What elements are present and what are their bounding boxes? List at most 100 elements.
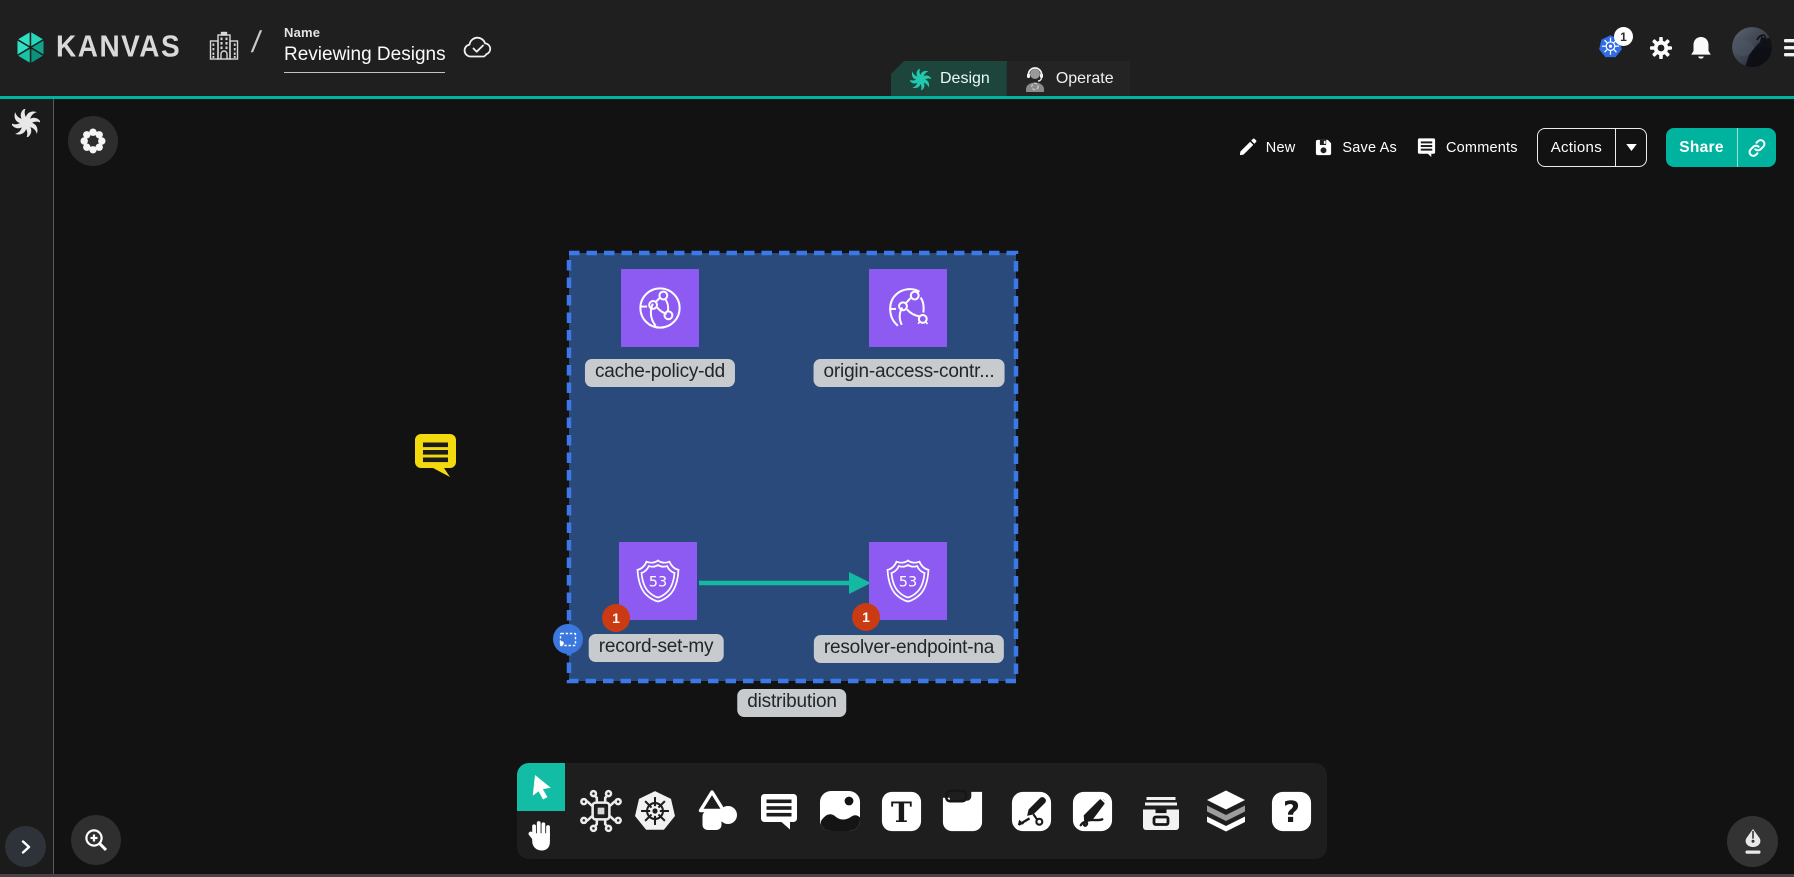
chevron-right-icon bbox=[19, 840, 33, 854]
brand-title: KANVAS bbox=[56, 25, 181, 68]
kubernetes-wheel-icon bbox=[633, 789, 677, 833]
record-set-badge[interactable]: 1 bbox=[602, 604, 630, 632]
group-select-handle[interactable] bbox=[553, 624, 583, 654]
integrations-chip-tool[interactable] bbox=[578, 763, 624, 859]
edge-pen-tool[interactable] bbox=[1008, 763, 1054, 859]
select-cursor-tool[interactable] bbox=[517, 763, 565, 811]
pencil-icon bbox=[1238, 138, 1257, 157]
node-label-cache-policy[interactable]: cache-policy-dd bbox=[585, 359, 735, 387]
save-as-button-label: Save As bbox=[1342, 140, 1397, 156]
tab-design[interactable]: Design bbox=[891, 61, 1007, 97]
design-name-input[interactable] bbox=[284, 44, 445, 73]
note-tool[interactable] bbox=[939, 763, 985, 859]
node-cache-policy[interactable] bbox=[621, 269, 699, 347]
cloudfront-cache-policy-icon bbox=[637, 285, 683, 331]
flower-icon bbox=[79, 127, 107, 155]
share-button[interactable]: Share bbox=[1666, 128, 1776, 167]
design-canvas[interactable]: New Save As bbox=[54, 99, 1794, 877]
pen-nib-icon bbox=[1740, 828, 1766, 855]
comment-bubble-icon bbox=[757, 789, 801, 833]
help-tool[interactable]: ? bbox=[1268, 763, 1314, 859]
components-flower-button[interactable] bbox=[68, 116, 118, 166]
kanvas-logo[interactable]: KANVAS bbox=[14, 27, 181, 67]
notifications-bell-icon bbox=[1689, 35, 1713, 61]
tab-design-label: Design bbox=[940, 70, 990, 88]
text-tool[interactable]: T bbox=[878, 763, 924, 859]
copy-link-icon[interactable] bbox=[1738, 128, 1776, 167]
image-tool[interactable] bbox=[817, 763, 863, 859]
save-floppy-icon bbox=[1314, 138, 1333, 157]
meshery-spiral-icon[interactable] bbox=[12, 109, 40, 137]
save-as-button[interactable]: Save As bbox=[1314, 138, 1397, 157]
user-avatar[interactable] bbox=[1732, 27, 1772, 67]
drawer-tool[interactable] bbox=[1138, 763, 1184, 859]
zoom-in-icon bbox=[83, 827, 109, 853]
drawer-icon bbox=[1138, 788, 1184, 834]
settings-gear-icon bbox=[1649, 36, 1673, 60]
route53-record-set-icon: 53 bbox=[634, 557, 682, 605]
operate-headset-icon bbox=[1023, 66, 1047, 92]
new-button-label: New bbox=[1266, 140, 1296, 156]
caret-down-icon bbox=[1616, 129, 1646, 166]
group-select-handle-icon bbox=[559, 632, 577, 647]
zoom-in-button[interactable] bbox=[71, 815, 121, 865]
kubernetes-badge: 1 bbox=[1614, 27, 1633, 46]
canvas-action-bar: New Save As bbox=[1238, 128, 1776, 167]
shapes-tool[interactable] bbox=[695, 763, 741, 859]
design-spiral-icon bbox=[910, 69, 931, 90]
cursor-arrow-icon bbox=[526, 772, 556, 802]
kanvas-logo-icon bbox=[14, 29, 47, 66]
tab-operate[interactable]: Operate bbox=[1007, 61, 1130, 97]
actions-dropdown-button[interactable]: Actions bbox=[1537, 128, 1647, 167]
comment-tool[interactable] bbox=[756, 763, 802, 859]
cloud-saved-icon bbox=[463, 35, 493, 60]
cloudfront-origin-access-control-icon bbox=[885, 285, 931, 331]
settings-button[interactable] bbox=[1649, 36, 1673, 65]
dock-group-infra bbox=[565, 763, 687, 859]
notifications-button[interactable] bbox=[1689, 35, 1713, 66]
organization-building-icon[interactable] bbox=[209, 31, 239, 60]
kubernetes-context-button[interactable]: 1 bbox=[1598, 34, 1638, 64]
node-resolver-endpoint[interactable]: 53 bbox=[869, 542, 947, 620]
sketch-pencil-tool[interactable] bbox=[1069, 763, 1115, 859]
comments-button-label: Comments bbox=[1446, 140, 1518, 156]
group-label-distribution[interactable]: distribution bbox=[737, 689, 846, 717]
node-label-resolver-endpoint[interactable]: resolver-endpoint-na bbox=[814, 635, 1004, 663]
node-label-record-set[interactable]: record-set-my bbox=[589, 634, 724, 662]
chip-circuit-icon bbox=[578, 788, 624, 834]
avatar-image bbox=[1732, 27, 1772, 67]
image-icon bbox=[817, 788, 863, 834]
graph-overlay bbox=[54, 99, 1794, 877]
new-button[interactable]: New bbox=[1238, 138, 1296, 157]
svg-text:T: T bbox=[890, 794, 911, 828]
node-label-origin-access[interactable]: origin-access-contr... bbox=[814, 359, 1005, 387]
comments-button[interactable]: Comments bbox=[1416, 137, 1518, 158]
resolver-endpoint-badge[interactable]: 1 bbox=[852, 603, 880, 631]
comment-pin-icon[interactable] bbox=[413, 433, 458, 479]
breadcrumb-separator: / bbox=[250, 26, 263, 60]
dock-group-annotate: T bbox=[687, 763, 998, 859]
tab-operate-label: Operate bbox=[1056, 70, 1114, 88]
pan-hand-tool[interactable] bbox=[517, 811, 565, 859]
whiteboard-pen-button[interactable] bbox=[1727, 816, 1778, 867]
design-name-label: Name bbox=[284, 25, 445, 40]
layers-tool[interactable] bbox=[1203, 763, 1249, 859]
hamburger-menu-icon[interactable] bbox=[1784, 38, 1794, 63]
hand-icon bbox=[527, 820, 556, 851]
kubernetes-tool[interactable] bbox=[632, 763, 678, 859]
svg-text:?: ? bbox=[1282, 795, 1299, 829]
node-origin-access[interactable] bbox=[869, 269, 947, 347]
left-sidebar bbox=[0, 99, 54, 877]
shapes-icon bbox=[696, 789, 740, 833]
svg-text:53: 53 bbox=[649, 575, 667, 591]
edge-record-to-resolver[interactable] bbox=[699, 572, 871, 594]
mode-tabs: Design Operate bbox=[891, 61, 1130, 97]
share-label: Share bbox=[1666, 128, 1737, 167]
node-record-set[interactable]: 53 bbox=[619, 542, 697, 620]
design-name-field: Name bbox=[284, 25, 445, 73]
tool-dock: T bbox=[517, 763, 1327, 859]
route53-resolver-endpoint-icon: 53 bbox=[884, 557, 932, 605]
note-icon bbox=[940, 789, 985, 834]
dock-pointer-column bbox=[517, 763, 565, 859]
sidebar-expand-button[interactable] bbox=[5, 826, 46, 867]
